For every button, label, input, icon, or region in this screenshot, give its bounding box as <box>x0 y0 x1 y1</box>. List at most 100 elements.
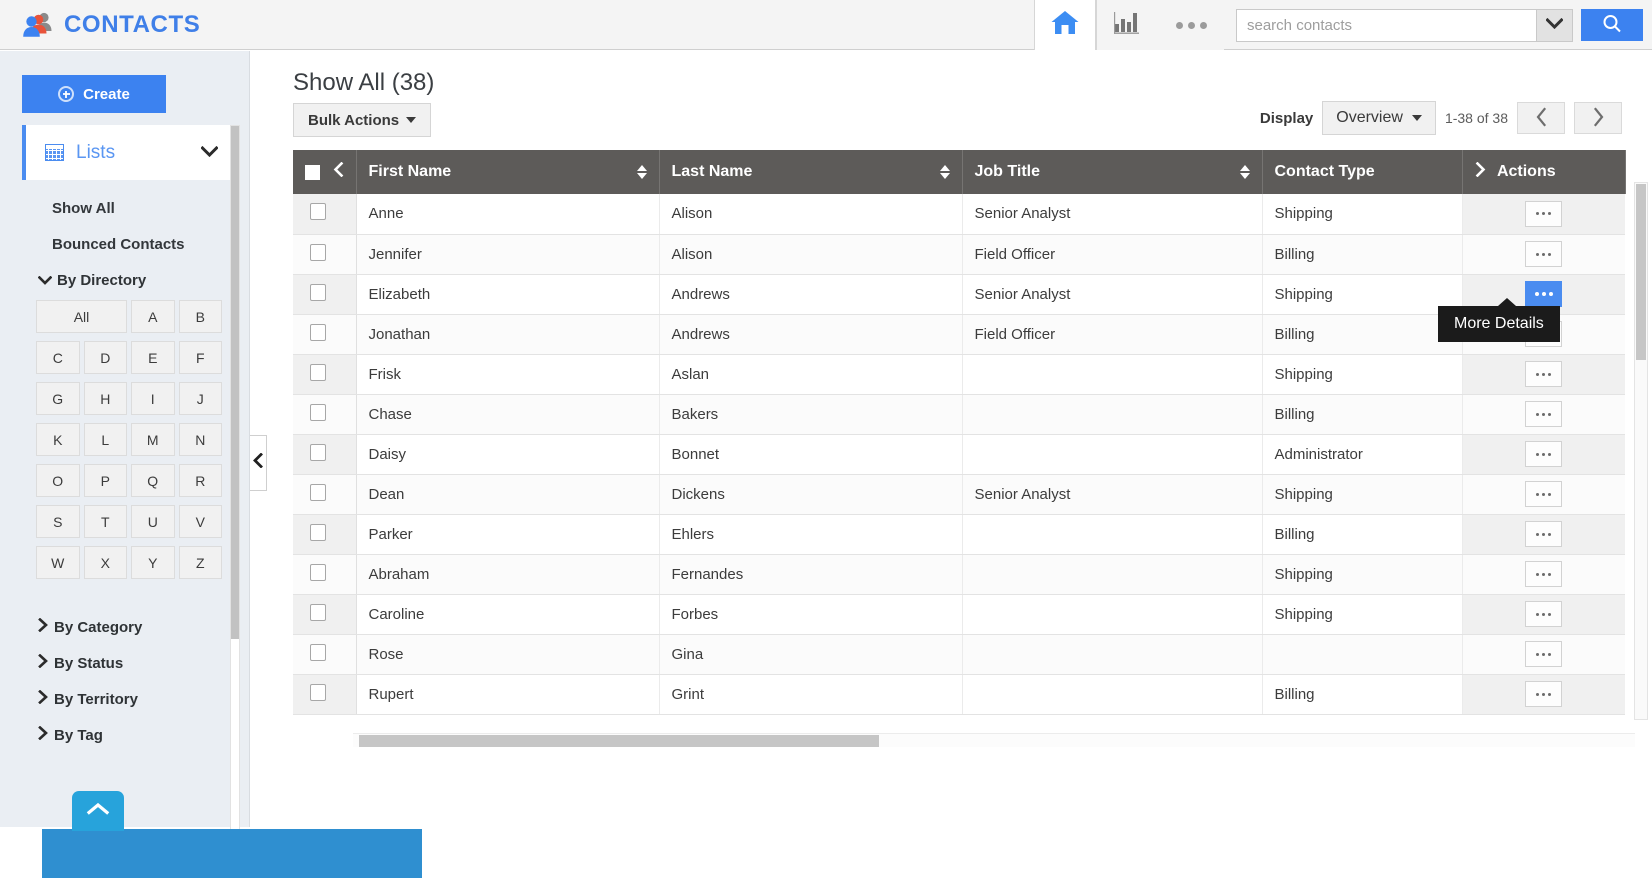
row-actions-cell[interactable] <box>1462 674 1625 715</box>
scroll-to-top-button[interactable] <box>72 791 124 831</box>
row-checkbox[interactable] <box>310 443 327 461</box>
column-header-first-name[interactable]: First Name <box>356 150 660 194</box>
row-checkbox[interactable] <box>310 203 327 221</box>
select-all-checkbox[interactable] <box>305 164 320 180</box>
row-more-actions-button[interactable] <box>1525 641 1563 667</box>
pagination-prev-button[interactable] <box>1517 102 1565 134</box>
alpha-button-s[interactable]: S <box>36 505 80 538</box>
table-row[interactable]: Jonathan Andrews Field Officer Billing <box>293 314 1625 355</box>
row-more-actions-button[interactable] <box>1525 241 1563 267</box>
row-checkbox[interactable] <box>310 483 327 501</box>
row-more-actions-button[interactable] <box>1525 601 1563 627</box>
alpha-button-t[interactable]: T <box>83 505 127 538</box>
table-row[interactable]: Chase Bakers Billing <box>293 394 1625 435</box>
row-select-cell[interactable] <box>293 474 357 515</box>
home-button[interactable] <box>1034 0 1096 50</box>
sidebar-group-by-directory[interactable]: By Directory <box>37 272 146 289</box>
table-horizontal-scrollbar[interactable] <box>353 733 1635 747</box>
sidebar-scrollbar-thumb[interactable] <box>231 126 239 639</box>
row-actions-cell[interactable] <box>1462 554 1625 595</box>
column-header-contact-type[interactable]: Contact Type <box>1262 150 1463 194</box>
row-checkbox[interactable] <box>310 603 327 621</box>
sidebar-scrollbar[interactable] <box>230 125 240 837</box>
alpha-button-g[interactable]: G <box>36 382 80 415</box>
table-vertical-scrollbar-thumb[interactable] <box>1636 184 1646 360</box>
row-select-cell[interactable] <box>293 514 357 555</box>
alpha-button-l[interactable]: L <box>83 423 127 456</box>
row-select-cell[interactable] <box>293 554 357 595</box>
alpha-button-x[interactable]: X <box>83 546 127 579</box>
alpha-button-j[interactable]: J <box>178 382 222 415</box>
row-checkbox[interactable] <box>310 243 327 261</box>
table-row[interactable]: Dean Dickens Senior Analyst Shipping <box>293 474 1625 515</box>
table-row[interactable]: Anne Alison Senior Analyst Shipping <box>293 194 1625 235</box>
table-row[interactable]: Frisk Aslan Shipping <box>293 354 1625 395</box>
sort-icon[interactable] <box>1239 165 1250 179</box>
alpha-button-b[interactable]: B <box>178 300 222 333</box>
row-more-actions-button[interactable] <box>1525 361 1563 387</box>
sort-icon[interactable] <box>939 165 950 179</box>
row-actions-cell[interactable] <box>1462 194 1625 235</box>
row-select-cell[interactable] <box>293 434 357 475</box>
row-actions-cell[interactable] <box>1462 634 1625 675</box>
alpha-button-c[interactable]: C <box>36 341 80 374</box>
alpha-button-m[interactable]: M <box>131 423 175 456</box>
row-more-actions-button[interactable] <box>1525 441 1563 467</box>
chevron-right-icon[interactable] <box>1475 161 1490 181</box>
alpha-button-w[interactable]: W <box>36 546 80 579</box>
row-actions-cell[interactable] <box>1462 594 1625 635</box>
row-checkbox[interactable] <box>310 563 327 581</box>
bulk-actions-button[interactable]: Bulk Actions <box>293 103 432 137</box>
table-horizontal-scrollbar-thumb[interactable] <box>359 735 879 747</box>
sidebar-collapse-handle[interactable] <box>250 435 267 491</box>
row-checkbox[interactable] <box>310 283 327 301</box>
table-row[interactable]: Parker Ehlers Billing <box>293 514 1625 555</box>
alpha-button-all[interactable]: All <box>36 300 127 333</box>
column-header-last-name[interactable]: Last Name <box>659 150 963 194</box>
table-row[interactable]: Rupert Grint Billing <box>293 674 1625 715</box>
row-checkbox[interactable] <box>310 523 327 541</box>
alpha-button-z[interactable]: Z <box>178 546 222 579</box>
alpha-button-p[interactable]: P <box>83 464 127 497</box>
column-header-job-title[interactable]: Job Title <box>962 150 1263 194</box>
alpha-button-i[interactable]: I <box>131 382 175 415</box>
sidebar-group-by-category[interactable]: By Category <box>38 617 142 636</box>
sidebar-group-by-status[interactable]: By Status <box>38 653 123 672</box>
alpha-button-k[interactable]: K <box>36 423 80 456</box>
row-more-actions-button[interactable] <box>1525 401 1563 427</box>
row-checkbox[interactable] <box>310 403 327 421</box>
row-checkbox[interactable] <box>310 683 327 701</box>
row-select-cell[interactable] <box>293 354 357 395</box>
more-menu-button[interactable] <box>1158 0 1224 50</box>
alpha-button-o[interactable]: O <box>36 464 80 497</box>
alpha-button-a[interactable]: A <box>131 300 175 333</box>
alpha-button-u[interactable]: U <box>131 505 175 538</box>
reports-button[interactable] <box>1096 0 1158 50</box>
row-select-cell[interactable] <box>293 314 357 355</box>
sort-icon[interactable] <box>636 165 647 179</box>
chevron-left-icon[interactable] <box>333 161 344 181</box>
sidebar-group-by-tag[interactable]: By Tag <box>38 725 103 744</box>
table-row[interactable]: Daisy Bonnet Administrator <box>293 434 1625 475</box>
table-row[interactable]: Caroline Forbes Shipping <box>293 594 1625 635</box>
row-checkbox[interactable] <box>310 363 327 381</box>
alpha-button-r[interactable]: R <box>178 464 222 497</box>
table-row[interactable]: Abraham Fernandes Shipping <box>293 554 1625 595</box>
row-select-cell[interactable] <box>293 194 357 235</box>
row-more-actions-button[interactable] <box>1525 200 1563 227</box>
table-row[interactable]: Elizabeth Andrews Senior Analyst Shipping <box>293 274 1625 315</box>
row-more-actions-button[interactable] <box>1525 681 1563 707</box>
row-checkbox[interactable] <box>310 643 327 661</box>
lists-panel-header[interactable]: Lists <box>22 125 230 180</box>
row-actions-cell[interactable] <box>1462 514 1625 555</box>
row-more-actions-button[interactable] <box>1525 561 1563 587</box>
create-button[interactable]: Create <box>22 75 166 113</box>
row-select-cell[interactable] <box>293 274 357 315</box>
pagination-next-button[interactable] <box>1574 102 1622 134</box>
alpha-button-n[interactable]: N <box>178 423 222 456</box>
row-actions-cell[interactable] <box>1462 234 1625 275</box>
alpha-button-h[interactable]: H <box>83 382 127 415</box>
alpha-button-v[interactable]: V <box>178 505 222 538</box>
alpha-button-q[interactable]: Q <box>131 464 175 497</box>
alpha-button-d[interactable]: D <box>83 341 127 374</box>
